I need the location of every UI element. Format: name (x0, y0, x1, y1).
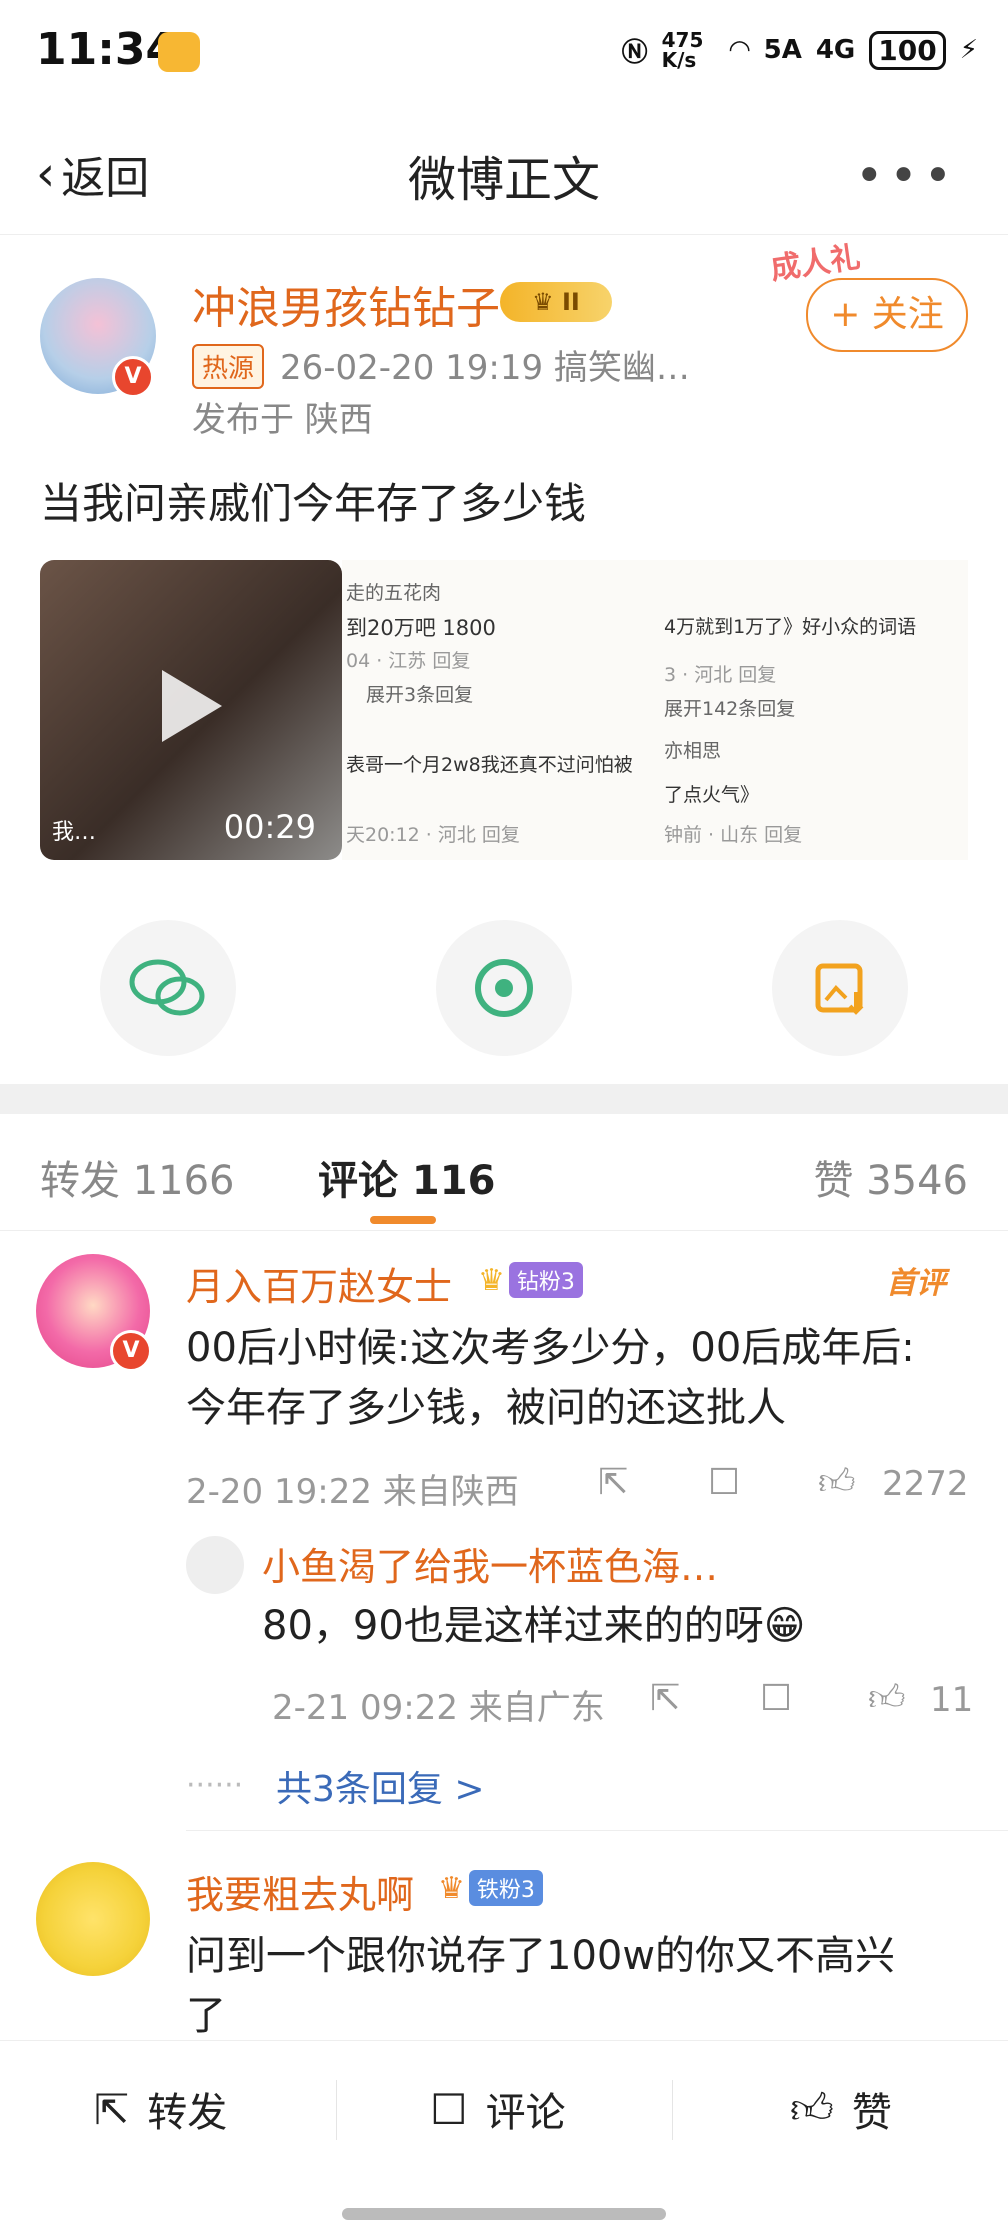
share-icon[interactable]: ⇱ (650, 1678, 680, 1719)
weibo-notification-icon (158, 32, 200, 72)
comment-text-line: 了 (186, 1993, 226, 2039)
repost-icon: ⇱ (94, 2084, 130, 2134)
comment-divider (186, 1830, 1008, 1831)
wechat-icon (129, 959, 205, 1016)
comment-text-line: 问到一个跟你说存了100w的你又不高兴 (186, 1933, 896, 1979)
screenshot-line: 04 · 江苏 回复 (346, 650, 471, 672)
hot-source-tag: 热源 (192, 344, 265, 389)
signal-4g: 4G (815, 35, 856, 65)
bottom-like-button[interactable]: 👍︎ 赞 (790, 2080, 892, 2138)
bottom-repost-label: 转发 (147, 2090, 228, 2136)
comment-text-line: 00后小时候:这次考多少分，00后成年后: (186, 1325, 915, 1371)
follow-button[interactable]: + 关注 (806, 278, 968, 352)
like-icon: 👍︎ (790, 2083, 834, 2133)
screenshot-line: 走的五花肉 (346, 582, 442, 604)
nfc-icon: Ⓝ (621, 37, 648, 68)
like-icon[interactable]: 👍︎ (818, 1460, 856, 1504)
bottom-repost-button[interactable]: ⇱ 转发 (94, 2080, 227, 2138)
battery-indicator: 100 (869, 30, 946, 70)
comment-text-line: 今年存了多少钱，被问的还这批人 (186, 1385, 786, 1431)
commenter-name[interactable]: 我要粗去丸啊 (186, 1864, 414, 1919)
fan-badge: 钻粉3 (508, 1262, 583, 1298)
replies-dots: ······ (186, 1768, 244, 1803)
net-speed: 475 K/s (661, 28, 704, 72)
first-comment-tag: 首评 (886, 1266, 946, 1301)
wifi-icon: ◠ (729, 35, 750, 65)
bottom-comment-button[interactable]: ☐ 评论 (430, 2080, 566, 2138)
fan-badge: 铁粉3 (468, 1870, 543, 1906)
reply-meta: 2-21 09:22 来自广东 (272, 1688, 605, 1728)
screenshot-line: 3 · 河北 回复 (664, 664, 777, 686)
commenter-badges: ♛ 铁粉3 (438, 1870, 543, 1906)
status-icons: Ⓝ 475 K/s ◠ 5A 4G 100 ⚡ (622, 30, 978, 70)
save-image-button[interactable] (772, 920, 908, 1056)
status-time: 11:34 (36, 24, 177, 75)
crown-icon: ♛ (438, 1870, 465, 1906)
section-separator (0, 1084, 1008, 1114)
screenshot-line: 4万就到1万了》好小众的词语 (664, 616, 917, 638)
like-count: 2272 (882, 1464, 969, 1504)
play-icon[interactable] (162, 670, 222, 742)
share-wechat-button[interactable] (100, 920, 236, 1056)
like-icon[interactable]: 👍︎ (868, 1676, 906, 1720)
post-meta: 26-02-20 19:19 搞笑幽… (280, 348, 690, 388)
member-crown-badge: ♛ II (500, 282, 612, 322)
status-bar: 11:34 Ⓝ 475 K/s ◠ 5A 4G 100 ⚡ (0, 0, 1008, 108)
verified-badge-icon: V (112, 356, 154, 398)
screenshot-line: 亦相思 (664, 740, 722, 762)
comment-icon: ☐ (430, 2084, 468, 2134)
like-count: 11 (930, 1680, 974, 1720)
active-tab-indicator (370, 1216, 436, 1224)
comment-screenshot-image[interactable]: 走的五花肉 到20万吧 1800 04 · 江苏 回复 展开3条回复 表哥一个月… (342, 560, 968, 860)
post-location: 发布于 陕西 (192, 400, 373, 440)
save-image-icon (815, 963, 864, 1015)
screenshot-line: 到20万吧 1800 (346, 616, 496, 640)
tab-repost[interactable]: 转发 1166 (40, 1148, 235, 1206)
home-indicator (342, 2208, 666, 2220)
reply-name[interactable]: 小鱼渴了给我一杯蓝色海… (262, 1536, 718, 1591)
screenshot-line: 钟前 · 山东 回复 (664, 824, 803, 846)
more-options-icon[interactable]: ••• (855, 148, 958, 204)
post-text: 当我问亲戚们今年存了多少钱 (40, 479, 587, 528)
tabs-divider (0, 1230, 1008, 1231)
screenshot-line: 展开142条回复 (664, 698, 796, 720)
bottom-separator (336, 2080, 337, 2140)
level-badge: II (562, 288, 580, 316)
more-replies-link[interactable]: 共3条回复 > (276, 1760, 485, 1812)
tab-likes[interactable]: 赞 3546 (813, 1148, 968, 1206)
tab-comments[interactable]: 评论 116 (318, 1148, 495, 1206)
moments-icon (475, 959, 533, 1017)
commenter-avatar[interactable] (36, 1862, 150, 1976)
screenshot-line: 展开3条回复 (366, 684, 474, 706)
reply-icon[interactable]: ☐ (760, 1678, 792, 1719)
reply-icon[interactable]: ☐ (708, 1462, 740, 1503)
charging-icon: ⚡ (959, 35, 978, 65)
reply-text: 80，90也是这样过来的的呀😁 (262, 1603, 806, 1649)
commenter-name[interactable]: 月入百万赵女士 (186, 1256, 452, 1311)
reply-avatar[interactable] (186, 1536, 244, 1594)
screenshot-line: 天20:12 · 河北 回复 (346, 824, 520, 846)
author-name[interactable]: 冲浪男孩钻钻子 (192, 272, 500, 336)
verified-badge-icon: V (110, 1330, 152, 1372)
video-duration: 00:29 (223, 808, 316, 846)
screenshot-line: 了点火气》 (664, 784, 760, 806)
bottom-separator (672, 2080, 673, 2140)
share-moments-button[interactable] (436, 920, 572, 1056)
commenter-badges: ♛ 钻粉3 (478, 1262, 583, 1298)
comment-meta: 2-20 19:22 来自陕西 (186, 1472, 519, 1512)
video-caption: 我… (52, 820, 97, 845)
screenshot-line: 表哥一个月2w8我还真不过问怕被 (346, 754, 633, 776)
share-icon[interactable]: ⇱ (598, 1462, 628, 1503)
crown-icon: ♛ (478, 1262, 505, 1298)
bottom-comment-label: 评论 (485, 2090, 566, 2136)
signal-5a: 5A (763, 35, 802, 65)
video-thumbnail[interactable]: 我… 00:29 (40, 560, 342, 860)
bottom-like-label: 赞 (851, 2090, 892, 2136)
